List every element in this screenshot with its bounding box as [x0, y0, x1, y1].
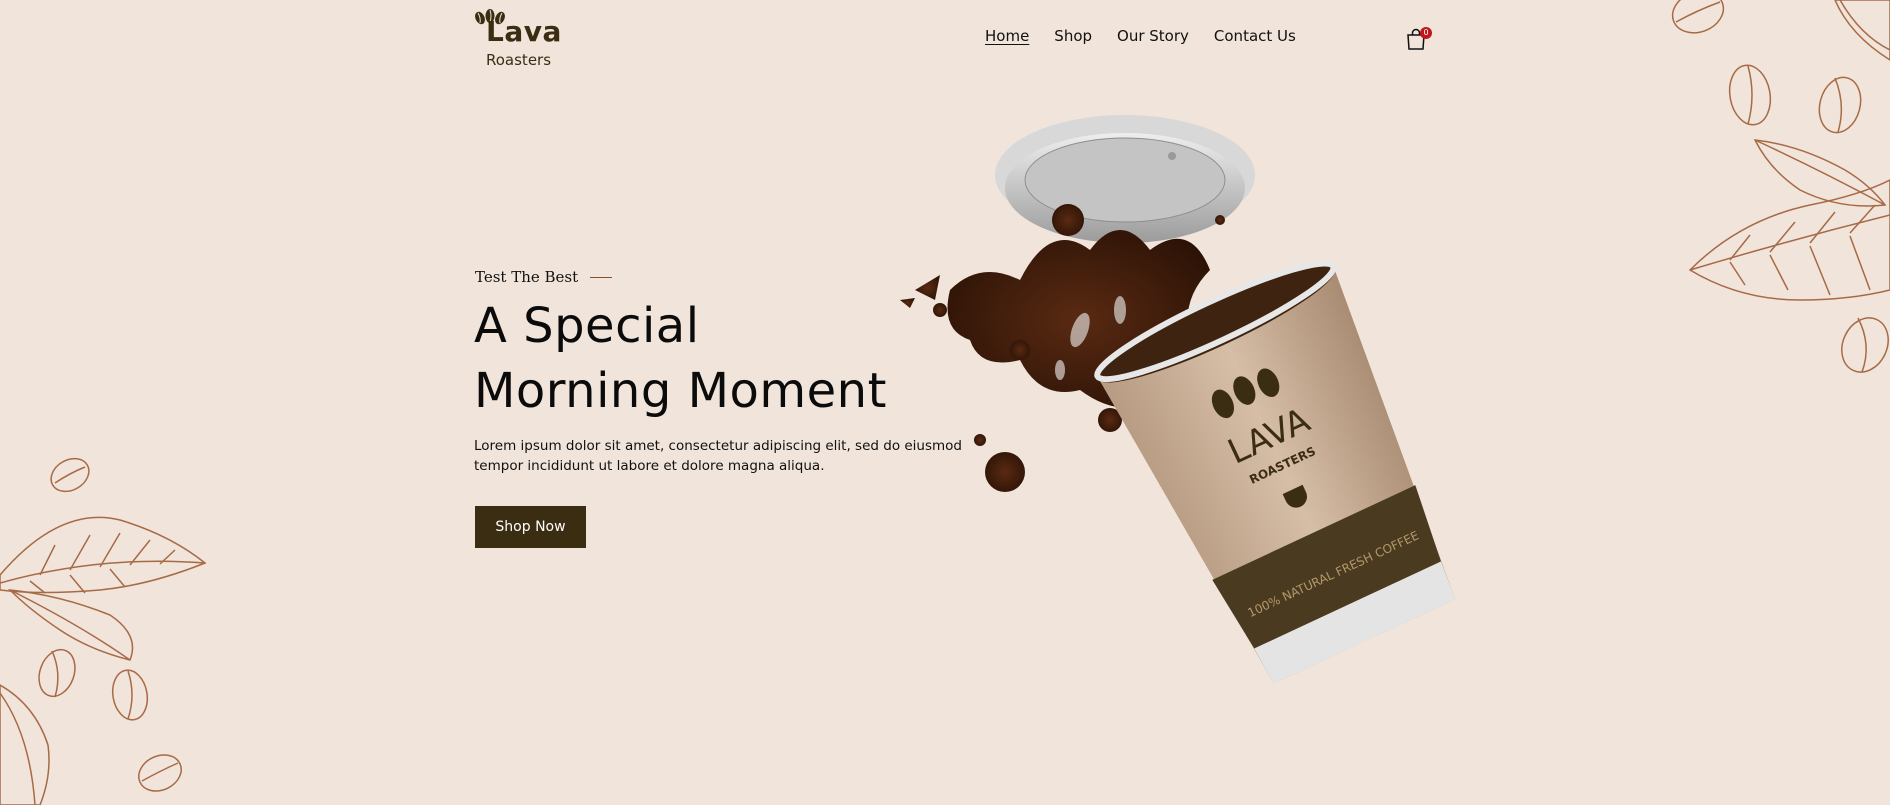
cart-button[interactable]: 0 — [1406, 26, 1432, 50]
hero-eyebrow: Test The Best — [475, 268, 613, 286]
nav-link-our-story[interactable]: Our Story — [1117, 27, 1189, 45]
hero-title-line-1: A Special — [474, 298, 700, 354]
cart-count-badge: 0 — [1420, 27, 1432, 39]
shop-now-button[interactable]: Shop Now — [475, 506, 586, 548]
brand-name: Lava — [486, 15, 562, 48]
brand-tagline: Roasters — [486, 51, 552, 69]
coffee-cup-splash-image: LAVA ROASTERS 100% NATURAL FRESH COFFEE — [900, 115, 1456, 684]
coffee-leaves-illustration-left — [0, 457, 207, 805]
hero-title-line-2: Morning Moment — [474, 363, 887, 419]
nav-link-contact-us[interactable]: Contact Us — [1214, 27, 1296, 45]
eyebrow-divider — [590, 276, 613, 278]
nav-link-shop[interactable]: Shop — [1054, 27, 1092, 45]
hero-description-line-2: tempor incididunt ut labore et dolore ma… — [474, 458, 825, 474]
hero-eyebrow-text: Test The Best — [475, 268, 579, 286]
site-header: Lava Roasters Home Shop Our Story Contac… — [0, 0, 1890, 80]
main-navigation: Home Shop Our Story Contact Us — [985, 27, 1296, 45]
brand-logo[interactable]: Lava Roasters — [474, 6, 564, 68]
nav-link-home[interactable]: Home — [985, 27, 1029, 45]
